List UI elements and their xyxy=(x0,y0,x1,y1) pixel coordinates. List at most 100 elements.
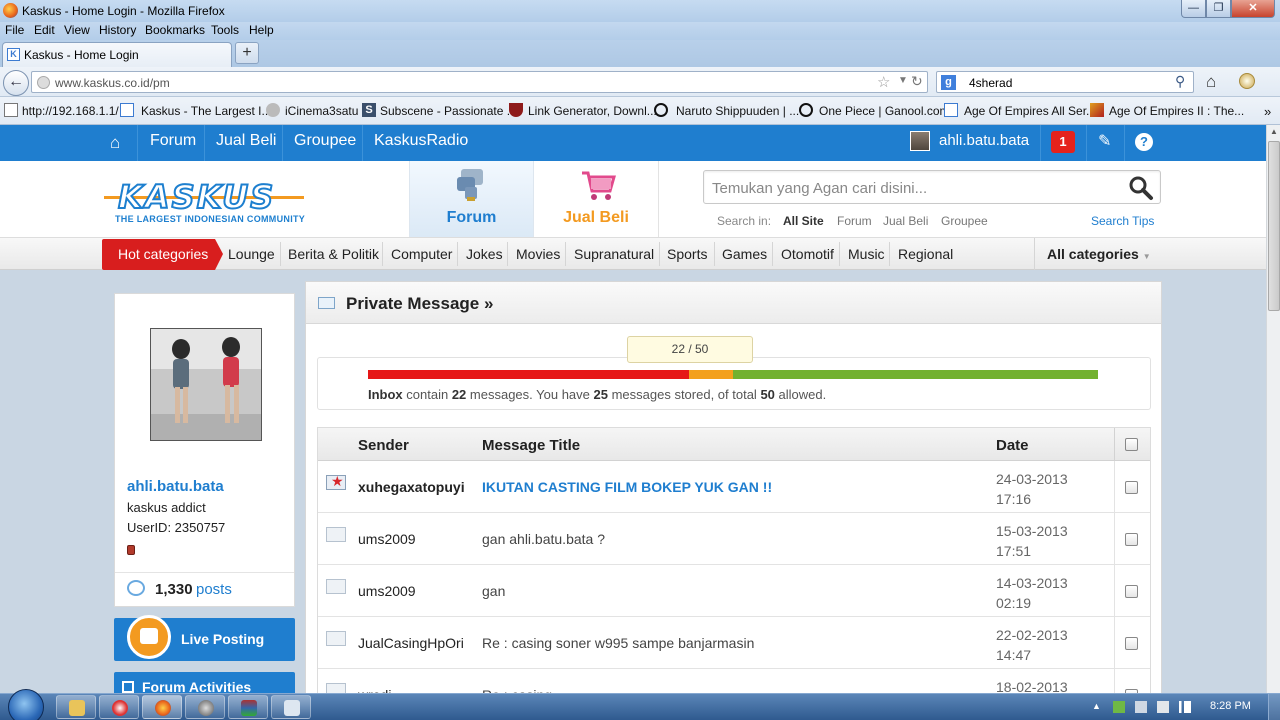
bookmark-item[interactable]: Link Generator, Downl... xyxy=(528,104,657,118)
message-sender[interactable]: JualCasingHpOri xyxy=(358,635,464,651)
category-computer[interactable]: Computer xyxy=(391,246,452,262)
page-title[interactable]: Private Message » xyxy=(346,294,493,314)
row-checkbox[interactable] xyxy=(1125,637,1138,650)
bookmark-item[interactable]: Kaskus - The Largest I... xyxy=(141,104,272,118)
column-sender[interactable]: Sender xyxy=(358,437,409,454)
home-icon[interactable]: ⌂ xyxy=(110,133,120,153)
taskbar-media[interactable] xyxy=(99,695,139,719)
all-categories-dropdown[interactable]: All categories ▼ xyxy=(1034,238,1160,270)
row-checkbox[interactable] xyxy=(1125,533,1138,546)
help-icon[interactable]: ? xyxy=(1135,133,1153,151)
column-date[interactable]: Date xyxy=(996,437,1029,454)
browser-search-bar[interactable]: g 4sherad ⚲ xyxy=(936,71,1194,93)
search-option-forum[interactable]: Forum xyxy=(837,214,872,228)
tab-jual-beli[interactable]: Jual Beli xyxy=(534,161,659,237)
scroll-up-arrow-icon[interactable]: ▲ xyxy=(1267,125,1280,139)
message-title-link[interactable]: gan ahli.batu.bata ? xyxy=(482,531,605,547)
category-sports[interactable]: Sports xyxy=(667,246,707,262)
taskbar-app[interactable] xyxy=(271,695,311,719)
category-lounge[interactable]: Lounge xyxy=(228,246,275,262)
select-all-checkbox[interactable] xyxy=(1125,438,1138,451)
message-title-link[interactable]: gan xyxy=(482,583,505,599)
category-berita-politik[interactable]: Berita & Politik xyxy=(288,246,379,262)
menu-history[interactable]: History xyxy=(99,23,136,37)
tray-icon[interactable] xyxy=(1135,701,1147,713)
chevron-up-icon[interactable]: ▲ xyxy=(1092,701,1104,713)
message-sender[interactable]: ums2009 xyxy=(358,531,416,547)
bookmark-item[interactable]: Age Of Empires II : The... xyxy=(1109,104,1244,118)
row-checkbox[interactable] xyxy=(1125,585,1138,598)
kaskus-logo[interactable]: KASKUS THE LARGEST INDONESIAN COMMUNITY xyxy=(104,177,309,238)
nvidia-icon[interactable] xyxy=(1113,701,1125,713)
browser-search-input[interactable]: 4sherad xyxy=(969,76,1012,90)
bookmark-item[interactable]: Subscene - Passionate ... xyxy=(380,104,517,118)
start-button[interactable] xyxy=(8,689,44,720)
category-games[interactable]: Games xyxy=(722,246,767,262)
home-icon[interactable]: ⌂ xyxy=(1206,72,1216,92)
search-option-groupee[interactable]: Groupee xyxy=(941,214,988,228)
back-button[interactable]: ← xyxy=(3,70,29,96)
taskbar-explorer[interactable] xyxy=(56,695,96,719)
live-posting-button[interactable]: Live Posting xyxy=(114,615,295,661)
google-icon[interactable]: g xyxy=(941,75,956,90)
notification-badge[interactable]: 1 xyxy=(1051,131,1075,153)
scrollbar-thumb[interactable] xyxy=(1268,141,1280,311)
reload-icon[interactable]: ↻ xyxy=(911,73,923,90)
bookmark-item[interactable]: http://192.168.1.1/ xyxy=(22,104,119,118)
search-icon[interactable] xyxy=(1128,175,1154,201)
addon-icon[interactable] xyxy=(1239,73,1255,89)
menu-edit[interactable]: Edit xyxy=(34,23,55,37)
category-regional[interactable]: Regional xyxy=(898,246,953,262)
pencil-icon[interactable]: ✎ xyxy=(1098,131,1111,151)
menu-view[interactable]: View xyxy=(64,23,90,37)
table-row[interactable]: ums2009 gan ahli.batu.bata ? 15-03-2013 1… xyxy=(318,513,1150,565)
category-supranatural[interactable]: Supranatural xyxy=(574,246,654,262)
bookmark-item[interactable]: Age Of Empires All Ser... xyxy=(964,104,1096,118)
page-scrollbar[interactable]: ▲ xyxy=(1266,125,1280,693)
chevron-down-icon[interactable]: ▼ xyxy=(898,75,908,86)
taskbar-firefox[interactable] xyxy=(142,695,182,719)
message-sender[interactable]: xuhegaxatopuyi xyxy=(358,479,465,495)
table-row[interactable]: ★ xuhegaxatopuyi IKUTAN CASTING FILM BOK… xyxy=(318,461,1150,513)
menu-tools[interactable]: Tools xyxy=(211,23,239,37)
avatar[interactable] xyxy=(910,131,930,151)
message-title-link[interactable]: Re : casing soner w995 sampe banjarmasin xyxy=(482,635,754,651)
clock[interactable]: 8:28 PM xyxy=(1210,700,1251,712)
bookmark-item[interactable]: iCinema3satu xyxy=(285,104,358,118)
message-title-link[interactable]: IKUTAN CASTING FILM BOKEP YUK GAN !! xyxy=(482,479,772,495)
tab-forum[interactable]: Forum xyxy=(409,161,534,237)
search-tips-link[interactable]: Search Tips xyxy=(1091,214,1154,228)
hot-categories-button[interactable]: Hot categories xyxy=(102,239,223,270)
category-jokes[interactable]: Jokes xyxy=(466,246,503,262)
category-movies[interactable]: Movies xyxy=(516,246,560,262)
message-sender[interactable]: ums2009 xyxy=(358,583,416,599)
browser-tab[interactable]: K Kaskus - Home Login xyxy=(2,42,232,67)
maximize-button[interactable]: ❐ xyxy=(1206,0,1231,18)
username-link[interactable]: ahli.batu.bata xyxy=(939,132,1029,149)
topnav-forum[interactable]: Forum xyxy=(150,132,196,150)
bookmark-item[interactable]: One Piece | Ganool.com xyxy=(819,104,950,118)
chevron-right-icon[interactable]: » xyxy=(1264,104,1271,119)
taskbar-winrar[interactable] xyxy=(228,695,268,719)
search-icon[interactable]: ⚲ xyxy=(1175,73,1185,90)
wifi-signal-icon[interactable] xyxy=(1179,701,1191,713)
category-music[interactable]: Music xyxy=(848,246,885,262)
show-desktop-button[interactable] xyxy=(1268,694,1280,720)
battery-icon[interactable] xyxy=(1157,701,1169,713)
minimize-button[interactable]: — xyxy=(1181,0,1206,18)
category-otomotif[interactable]: Otomotif xyxy=(781,246,834,262)
profile-photo[interactable] xyxy=(150,328,262,441)
menu-file[interactable]: File xyxy=(5,23,24,37)
new-tab-button[interactable]: + xyxy=(235,42,259,64)
menu-help[interactable]: Help xyxy=(249,23,274,37)
bookmark-star-icon[interactable]: ☆ xyxy=(877,73,890,91)
profile-username[interactable]: ahli.batu.bata xyxy=(127,478,224,495)
row-checkbox[interactable] xyxy=(1125,481,1138,494)
topnav-jual-beli[interactable]: Jual Beli xyxy=(216,132,276,150)
bookmark-item[interactable]: Naruto Shippuuden | ... xyxy=(676,104,799,118)
search-option-jual-beli[interactable]: Jual Beli xyxy=(883,214,928,228)
table-row[interactable]: ums2009 gan 14-03-2013 02:19 xyxy=(318,565,1150,617)
topnav-kaskusradio[interactable]: KaskusRadio xyxy=(374,132,468,150)
table-row[interactable]: JualCasingHpOri Re : casing soner w995 s… xyxy=(318,617,1150,669)
search-option-all-site[interactable]: All Site xyxy=(783,214,824,228)
